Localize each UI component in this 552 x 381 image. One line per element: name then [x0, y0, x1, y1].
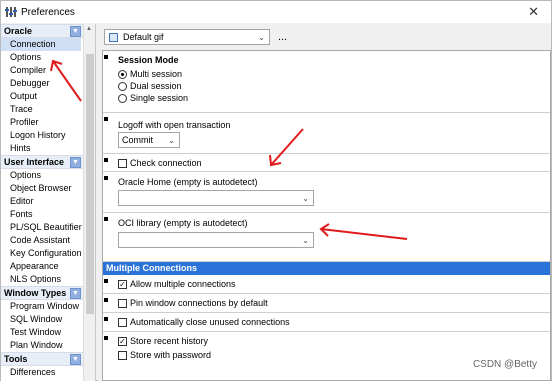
scroll-thumb[interactable]: [86, 54, 94, 314]
section-marker: [104, 217, 108, 221]
nav-scrollbar[interactable]: ▲: [83, 24, 95, 381]
nav-item-object-browser[interactable]: Object Browser: [1, 182, 95, 195]
allow-multiple-section: ✓ Allow multiple connections: [103, 275, 550, 294]
scroll-up-icon[interactable]: ▲: [86, 26, 92, 32]
nav-item-output[interactable]: Output: [1, 90, 95, 103]
nav-item-program-window[interactable]: Program Window: [1, 300, 95, 313]
radio-icon: [118, 93, 127, 103]
profile-icon: [109, 33, 118, 42]
oracle-home-section: Oracle Home (empty is autodetect) ⌄: [103, 172, 550, 213]
nav-item-connection[interactable]: Connection: [1, 38, 81, 51]
nav-item-differences[interactable]: Differences: [1, 366, 95, 379]
nav-item-plsql-beautifier[interactable]: PL/SQL Beautifier: [1, 221, 95, 234]
close-icon[interactable]: ✕: [528, 4, 539, 20]
section-marker: [104, 336, 108, 340]
checkbox-checked-icon: ✓: [118, 279, 127, 289]
nav-item-appearance[interactable]: Appearance: [1, 260, 95, 273]
nav-group-oracle[interactable]: Oracle ▼: [1, 24, 95, 38]
chevron-down-icon: ⌄: [168, 136, 175, 145]
store-history-checkbox[interactable]: ✓ Store recent history: [118, 336, 208, 346]
radio-multi-session[interactable]: Multi session: [118, 68, 188, 80]
nav-item-debugger[interactable]: Debugger: [1, 77, 95, 90]
collapse-icon[interactable]: ▼: [70, 157, 81, 168]
profile-select[interactable]: Default gif ⌄: [104, 29, 270, 45]
collapse-icon[interactable]: ▼: [70, 288, 81, 299]
nav-item-trace[interactable]: Trace: [1, 103, 95, 116]
nav-item-fonts[interactable]: Fonts: [1, 208, 95, 221]
logoff-section: Logoff with open transaction Commit ⌄: [103, 113, 550, 154]
preferences-content: Default gif ⌄ ... Session Mode Multi ses…: [98, 24, 551, 381]
radio-dual-session[interactable]: Dual session: [118, 80, 188, 92]
checkbox-icon: [118, 298, 127, 308]
nav-item-profiler[interactable]: Profiler: [1, 116, 95, 129]
auto-close-section: Automatically close unused connections: [103, 313, 550, 332]
auto-close-checkbox[interactable]: Automatically close unused connections: [118, 317, 290, 327]
nav-group-window-types[interactable]: Window Types ▼: [1, 286, 95, 300]
profile-menu-button[interactable]: ...: [278, 32, 287, 43]
settings-panel: Session Mode Multi session Dual session: [102, 50, 551, 381]
radio-icon: [118, 81, 127, 91]
radio-icon: [118, 69, 127, 79]
chevron-down-icon: ⌄: [302, 236, 309, 245]
nav-item-editor[interactable]: Editor: [1, 195, 95, 208]
section-marker: [104, 176, 108, 180]
oracle-home-select[interactable]: ⌄: [118, 190, 314, 206]
pin-connections-checkbox[interactable]: Pin window connections by default: [118, 298, 268, 308]
title-bar: Preferences ✕: [1, 1, 551, 23]
collapse-icon[interactable]: ▼: [70, 26, 81, 37]
nav-item-options[interactable]: Options: [1, 51, 95, 64]
section-marker: [104, 117, 108, 121]
preferences-nav: Oracle ▼ Connection Options Compiler Deb…: [1, 24, 96, 381]
chevron-down-icon: ⌄: [302, 194, 309, 203]
checkbox-icon: [118, 158, 127, 168]
store-password-checkbox[interactable]: Store with password: [118, 350, 211, 360]
oracle-home-label: Oracle Home (empty is autodetect): [118, 177, 258, 187]
profile-row: Default gif ⌄ ...: [104, 28, 287, 46]
nav-item-code-assistant[interactable]: Code Assistant: [1, 234, 95, 247]
nav-group-user-interface[interactable]: User Interface ▼: [1, 155, 95, 169]
oci-library-select[interactable]: ⌄: [118, 232, 314, 248]
session-mode-section: Session Mode Multi session Dual session: [103, 51, 550, 113]
nav-item-compiler[interactable]: Compiler: [1, 64, 95, 77]
section-marker: [104, 279, 108, 283]
nav-item-nls-options[interactable]: NLS Options: [1, 273, 95, 286]
watermark: CSDN @Betty: [472, 359, 537, 370]
checkbox-icon: [118, 350, 127, 360]
radio-single-session[interactable]: Single session: [118, 92, 188, 104]
nav-item-ui-options[interactable]: Options: [1, 169, 95, 182]
logoff-select[interactable]: Commit ⌄: [118, 132, 180, 148]
section-marker: [104, 55, 108, 59]
check-connection-section: Check connection: [103, 154, 550, 172]
preferences-icon: [5, 6, 17, 18]
window-title: Preferences: [21, 6, 75, 18]
nav-item-logon-history[interactable]: Logon History: [1, 129, 95, 142]
section-marker: [104, 317, 108, 321]
nav-item-sql-window[interactable]: SQL Window: [1, 313, 95, 326]
allow-multiple-checkbox[interactable]: ✓ Allow multiple connections: [118, 279, 236, 289]
session-mode-title: Session Mode: [118, 55, 179, 65]
pin-connections-section: Pin window connections by default: [103, 294, 550, 313]
checkbox-icon: [118, 317, 127, 327]
nav-item-key-configuration[interactable]: Key Configuration: [1, 247, 95, 260]
oci-library-section: OCI library (empty is autodetect) ⌄: [103, 213, 550, 262]
section-marker: [104, 298, 108, 302]
nav-group-tools[interactable]: Tools ▼: [1, 352, 95, 366]
nav-item-plan-window[interactable]: Plan Window: [1, 339, 95, 352]
profile-value: Default gif: [123, 32, 164, 42]
section-marker: [104, 158, 108, 162]
chevron-down-icon: ⌄: [258, 33, 265, 42]
nav-item-test-window[interactable]: Test Window: [1, 326, 95, 339]
preferences-window: Preferences ✕ Oracle ▼ Connection Option…: [0, 0, 552, 381]
oci-library-label: OCI library (empty is autodetect): [118, 218, 248, 228]
multiple-connections-header: Multiple Connections: [103, 262, 550, 275]
checkbox-checked-icon: ✓: [118, 336, 127, 346]
check-connection-checkbox[interactable]: Check connection: [118, 158, 202, 168]
collapse-icon[interactable]: ▼: [70, 354, 81, 365]
nav-item-hints[interactable]: Hints: [1, 142, 95, 155]
logoff-label: Logoff with open transaction: [118, 120, 231, 130]
